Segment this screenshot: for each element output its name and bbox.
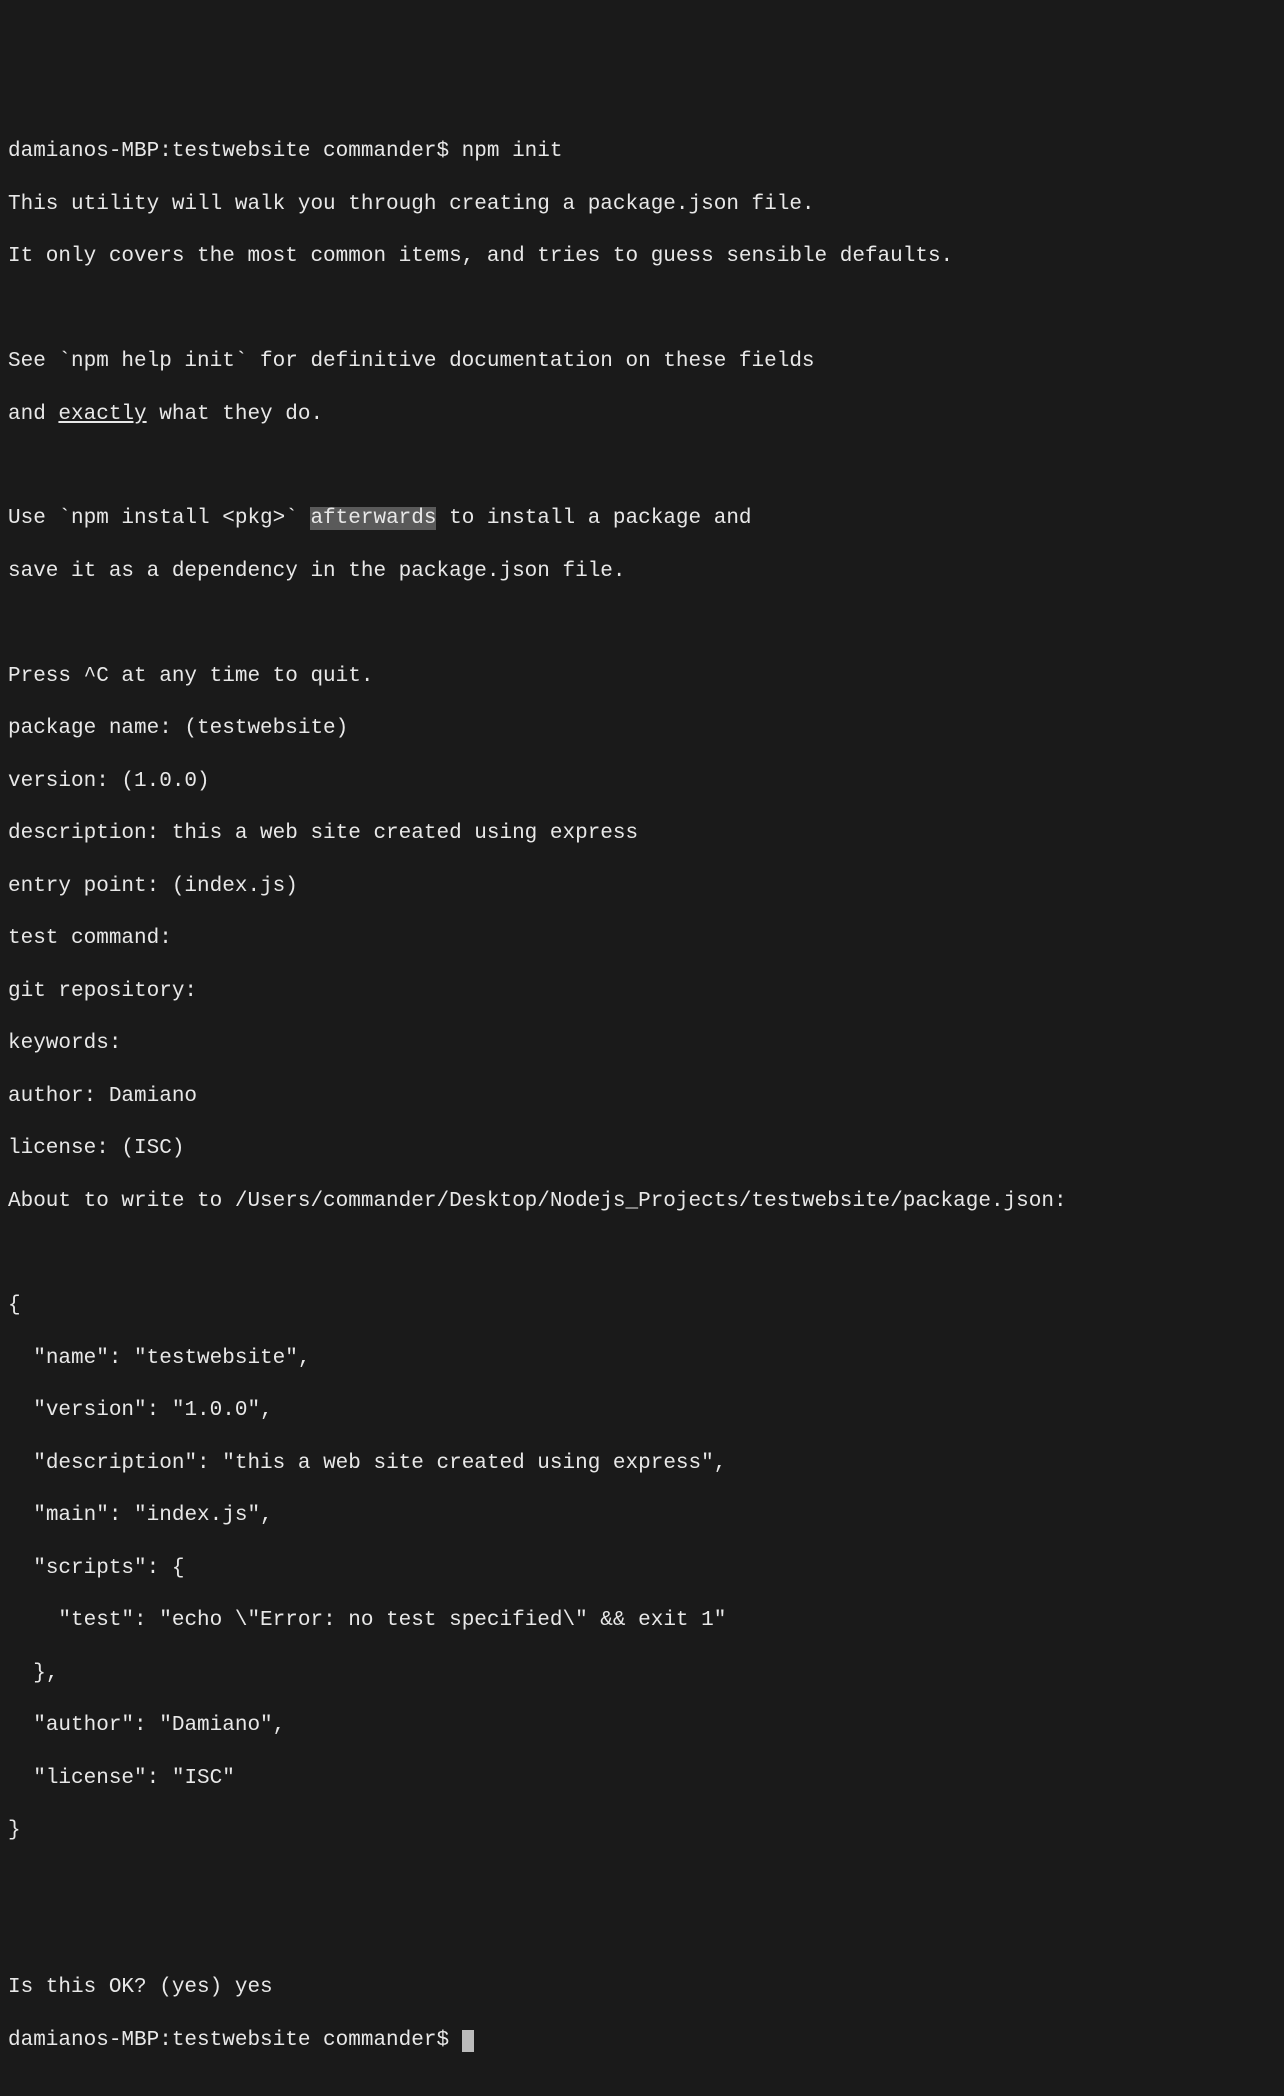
blank-line xyxy=(8,1871,1276,1897)
blank-line xyxy=(8,454,1276,480)
output-line: and exactly what they do. xyxy=(8,402,1276,428)
output-line: About to write to /Users/commander/Deskt… xyxy=(8,1189,1276,1215)
text-segment: Use `npm install <pkg>` xyxy=(8,507,310,530)
prompt-question: entry point: (index.js) xyxy=(8,874,1276,900)
json-line: "name": "testwebsite", xyxy=(8,1346,1276,1372)
terminal-output[interactable]: damianos-MBP:testwebsite commander$ npm … xyxy=(8,113,1276,2080)
prompt-question: test command: xyxy=(8,926,1276,952)
json-line: "license": "ISC" xyxy=(8,1766,1276,1792)
prompt-question: description: this a web site created usi… xyxy=(8,821,1276,847)
json-line: "version": "1.0.0", xyxy=(8,1398,1276,1424)
json-line: "description": "this a web site created … xyxy=(8,1451,1276,1477)
text-segment: to install a package and xyxy=(436,507,751,530)
output-line: It only covers the most common items, an… xyxy=(8,244,1276,270)
prompt-question: author: Damiano xyxy=(8,1084,1276,1110)
prompt-question: Is this OK? (yes) yes xyxy=(8,1975,1276,2001)
highlighted-text: afterwards xyxy=(310,507,436,530)
blank-line xyxy=(8,297,1276,323)
prompt-line: damianos-MBP:testwebsite commander$ npm … xyxy=(8,139,1276,165)
prompt-question: git repository: xyxy=(8,979,1276,1005)
json-line: "test": "echo \"Error: no test specified… xyxy=(8,1608,1276,1634)
cursor-icon[interactable] xyxy=(462,2030,474,2052)
underlined-text: exactly xyxy=(58,403,146,426)
blank-line xyxy=(8,1241,1276,1267)
prompt-question: keywords: xyxy=(8,1031,1276,1057)
text-segment: what they do. xyxy=(147,403,323,426)
output-line: Use `npm install <pkg>` afterwards to in… xyxy=(8,506,1276,532)
json-line: } xyxy=(8,1818,1276,1844)
json-line: { xyxy=(8,1293,1276,1319)
prompt-question: license: (ISC) xyxy=(8,1136,1276,1162)
output-line: Press ^C at any time to quit. xyxy=(8,664,1276,690)
prompt-text: damianos-MBP:testwebsite commander$ xyxy=(8,2029,462,2052)
blank-line xyxy=(8,1923,1276,1949)
json-line: }, xyxy=(8,1661,1276,1687)
output-line: See `npm help init` for definitive docum… xyxy=(8,349,1276,375)
output-line: save it as a dependency in the package.j… xyxy=(8,559,1276,585)
prompt-line: damianos-MBP:testwebsite commander$ xyxy=(8,2028,1276,2054)
blank-line xyxy=(8,611,1276,637)
json-line: "scripts": { xyxy=(8,1556,1276,1582)
json-line: "author": "Damiano", xyxy=(8,1713,1276,1739)
prompt-question: version: (1.0.0) xyxy=(8,769,1276,795)
text-segment: and xyxy=(8,403,58,426)
json-line: "main": "index.js", xyxy=(8,1503,1276,1529)
prompt-question: package name: (testwebsite) xyxy=(8,716,1276,742)
output-line: This utility will walk you through creat… xyxy=(8,192,1276,218)
